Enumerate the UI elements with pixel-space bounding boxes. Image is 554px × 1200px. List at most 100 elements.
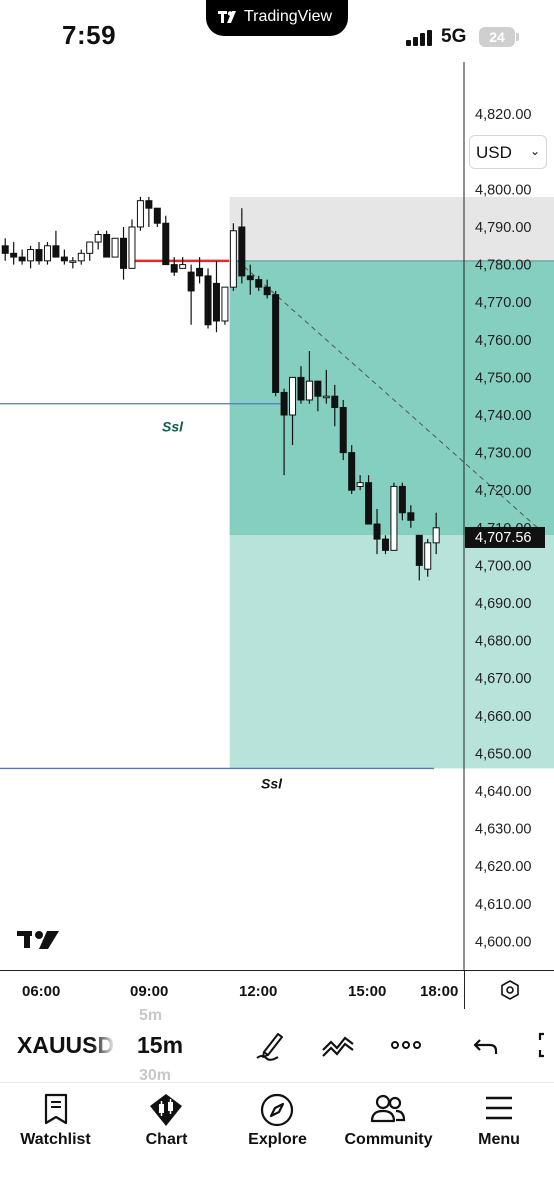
candle-body xyxy=(407,512,415,521)
time-label: 09:00 xyxy=(130,983,169,1000)
candle xyxy=(43,242,51,265)
indicators-icon[interactable] xyxy=(320,1028,356,1062)
price-chart[interactable]: SslSsl 4,820.004,810.004,800.004,790.004… xyxy=(0,62,554,970)
pen-draw-icon[interactable] xyxy=(254,1028,288,1062)
price-axis-label: 4,750.00 xyxy=(475,370,531,386)
nav-label: Watchlist xyxy=(20,1131,91,1148)
candle-body xyxy=(145,200,153,209)
candle xyxy=(187,264,195,325)
price-axis-label: 4,620.00 xyxy=(475,859,531,875)
candle xyxy=(60,249,68,265)
price-axis-label: 4,670.00 xyxy=(475,671,531,687)
candle-body xyxy=(246,275,254,281)
compass-icon xyxy=(260,1093,294,1127)
price-axis-label: 4,690.00 xyxy=(475,596,531,612)
candle-body xyxy=(390,485,398,551)
price-axis-label: 4,770.00 xyxy=(475,295,531,311)
candle xyxy=(136,196,144,231)
interval-prev[interactable]: 5m xyxy=(139,1008,162,1025)
status-time: 7:59 xyxy=(62,20,117,50)
candle-body xyxy=(86,241,94,254)
undo-icon[interactable] xyxy=(470,1028,504,1062)
more-icon[interactable] xyxy=(388,1028,424,1062)
nav-community[interactable]: Community xyxy=(333,1083,444,1200)
interval-button[interactable]: 15m xyxy=(137,1032,183,1059)
candle-body xyxy=(128,226,136,269)
candle xyxy=(77,249,85,265)
candle-body xyxy=(52,245,60,258)
nav-menu[interactable]: Menu xyxy=(444,1083,554,1200)
candle xyxy=(111,237,119,258)
chart-settings-button[interactable] xyxy=(464,971,554,1009)
time-axis[interactable]: 06:00 09:00 12:00 15:00 18:00 xyxy=(0,970,554,1009)
candle-body xyxy=(204,275,212,326)
candle-body xyxy=(272,294,280,393)
candle xyxy=(86,241,94,261)
candle-body xyxy=(196,267,204,277)
candle-body xyxy=(27,249,35,262)
bottom-nav: Watchlist Chart Explore Community Menu xyxy=(0,1082,554,1200)
candle xyxy=(1,238,9,261)
candle xyxy=(390,482,398,551)
cellular-signal-icon xyxy=(406,30,432,46)
price-axis-label: 4,680.00 xyxy=(475,634,531,650)
network-type: 5G xyxy=(441,26,467,47)
candle-body xyxy=(255,279,263,288)
time-label: 06:00 xyxy=(22,983,61,1000)
currency-selector[interactable]: USD ⌄ xyxy=(469,135,547,169)
candle-body xyxy=(153,207,161,224)
time-label: 12:00 xyxy=(239,983,278,1000)
app-pill-label: TradingView xyxy=(244,8,333,25)
last-price-tag: 4,707.56 xyxy=(465,526,545,548)
candle xyxy=(120,227,128,280)
candle-body xyxy=(229,230,237,288)
nav-chart[interactable]: Chart xyxy=(111,1083,222,1200)
last-price-text: 4,707.56 xyxy=(475,530,531,546)
candle-body xyxy=(10,252,18,258)
symbol-fade xyxy=(92,1028,116,1062)
nav-watchlist[interactable]: Watchlist xyxy=(0,1083,111,1200)
candle xyxy=(128,219,136,269)
candle xyxy=(10,242,18,265)
candle xyxy=(179,257,187,269)
candle xyxy=(229,223,237,291)
price-axis-label: 4,630.00 xyxy=(475,822,531,838)
price-axis-label: 4,640.00 xyxy=(475,784,531,800)
candle xyxy=(145,196,153,227)
candle-body xyxy=(356,482,364,487)
candle-body xyxy=(331,395,339,408)
candle-body xyxy=(136,200,144,228)
candle-body xyxy=(381,538,389,551)
tradingview-watermark-icon xyxy=(17,931,59,949)
nav-label: Explore xyxy=(248,1131,307,1148)
candle-body xyxy=(297,376,305,401)
candle-body xyxy=(398,485,406,514)
candle-body xyxy=(18,256,26,262)
candle-body xyxy=(365,482,373,525)
candle-body xyxy=(43,245,51,262)
candle xyxy=(35,242,43,265)
fullscreen-icon[interactable] xyxy=(534,1028,554,1062)
candle-body xyxy=(94,234,102,243)
time-label: 15:00 xyxy=(348,983,387,1000)
interval-next[interactable]: 30m xyxy=(139,1067,171,1082)
price-axis-label: 4,730.00 xyxy=(475,446,531,462)
price-axis-label: 4,820.00 xyxy=(475,107,531,123)
candle-body xyxy=(1,245,9,254)
candle xyxy=(204,268,212,329)
price-axis-label: 4,780.00 xyxy=(475,258,531,274)
candle xyxy=(69,257,77,269)
time-label: 18:00 xyxy=(420,983,459,1000)
community-icon xyxy=(370,1094,406,1123)
candle-body xyxy=(221,286,229,322)
candle-body xyxy=(432,527,440,544)
candle-body xyxy=(35,249,43,262)
chart-canvas[interactable]: SslSsl 4,820.004,810.004,800.004,790.004… xyxy=(0,62,554,970)
price-axis-label: 4,740.00 xyxy=(475,408,531,424)
battery-icon: 24 xyxy=(479,27,515,47)
candle xyxy=(162,215,170,266)
price-axis-label: 4,790.00 xyxy=(475,220,531,236)
candle xyxy=(27,245,35,269)
price-axis-label: 4,700.00 xyxy=(475,558,531,574)
nav-explore[interactable]: Explore xyxy=(222,1083,333,1200)
